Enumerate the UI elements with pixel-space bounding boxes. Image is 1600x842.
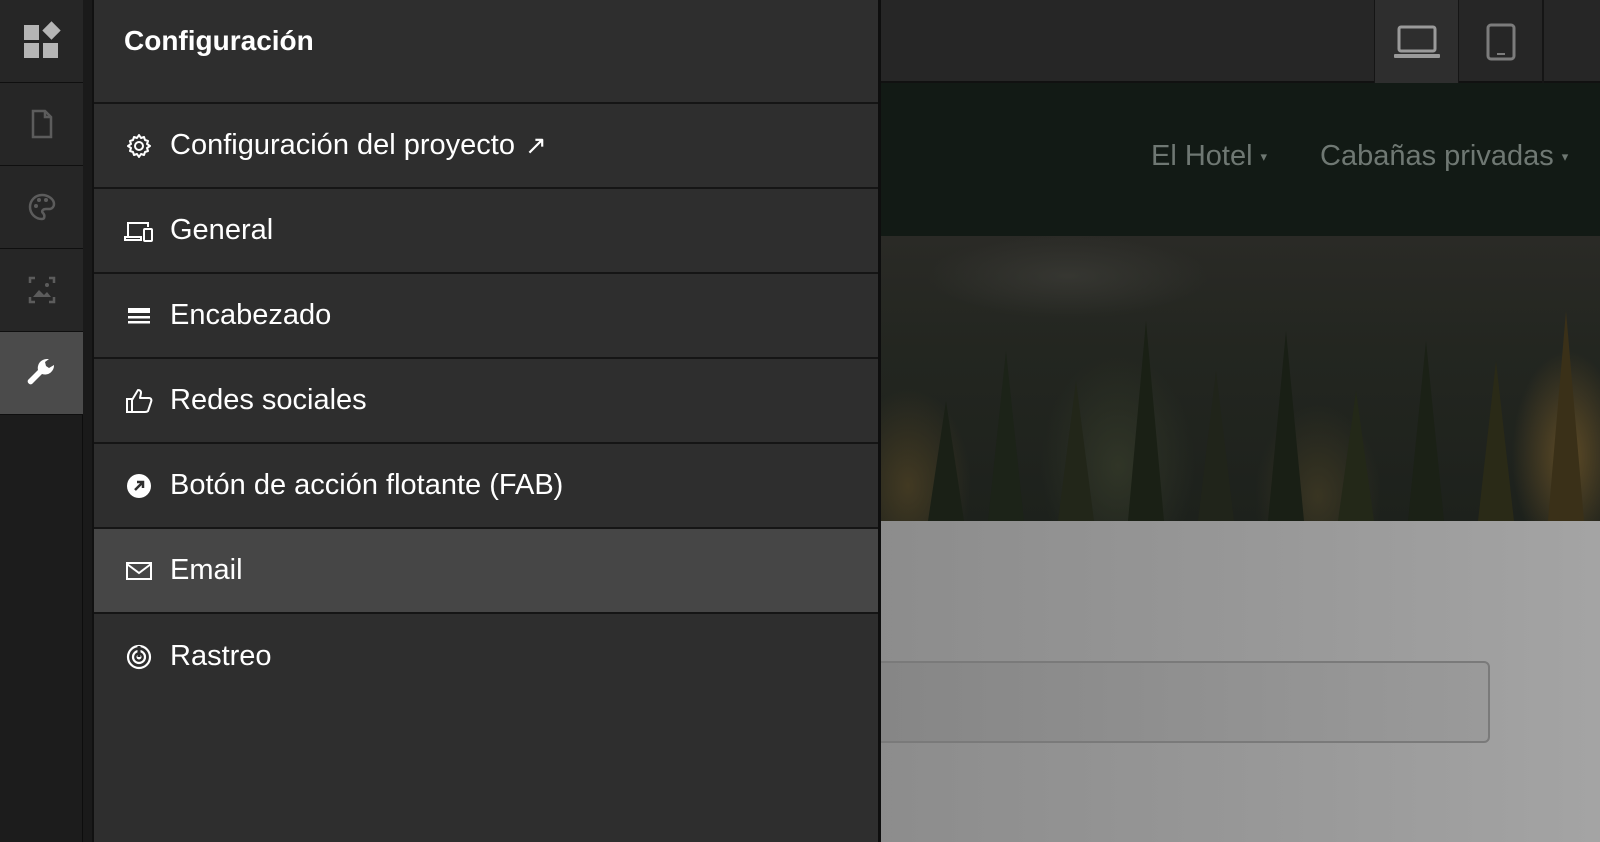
header-icon [124,301,154,331]
mail-icon [124,556,154,586]
laptop-icon [1393,25,1440,58]
menu-item-label: Rastreo [170,640,272,672]
nav-link-cabanas-privadas[interactable]: Cabañas privadas ▾ [1320,140,1568,173]
menu-item-label: Configuración del proyecto [170,129,515,161]
palette-icon [28,193,55,221]
menu-item-label: Redes sociales [170,384,367,416]
menu-item-project-settings[interactable]: Configuración del proyecto ↗ [94,104,878,189]
blocks-icon [23,21,61,58]
site-preview: El Hotel ▾ Cabañas privadas ▾ [868,0,1600,842]
nav-link-label: El Hotel [1151,140,1253,172]
menu-item-email[interactable]: Email [94,529,878,614]
menu-item-label: General [170,214,274,246]
caret-down-icon: ▾ [1561,149,1569,164]
menu-item-label: Encabezado [170,299,332,331]
rail-blocks-button[interactable] [0,0,83,83]
menu-item-tracking[interactable]: Rastreo [94,614,878,699]
menu-item-label: Email [170,554,243,586]
nav-link-el-hotel[interactable]: El Hotel ▾ [1151,140,1267,173]
tablet-icon [1486,23,1515,60]
editor-app: El Hotel ▾ Cabañas privadas ▾ Configurac… [0,0,1600,842]
settings-panel-header: Configuración [94,0,878,104]
menu-item-fab[interactable]: Botón de acción flotante (FAB) [94,444,878,529]
wrench-icon [27,358,54,385]
menu-item-social[interactable]: Redes sociales [94,359,878,444]
hero-forest-image [868,236,1600,521]
fab-arrow-icon [124,471,154,501]
menu-item-general[interactable]: General [94,189,878,274]
tablet-view-button[interactable] [1458,0,1542,83]
left-icon-rail [0,0,83,842]
radar-icon [124,642,154,672]
nav-link-label: Cabañas privadas [1320,140,1554,172]
rail-pages-button[interactable] [0,83,83,166]
menu-item-label: Botón de acción flotante (FAB) [170,469,564,501]
rail-settings-button[interactable] [0,332,83,415]
caret-down-icon: ▾ [1260,149,1268,164]
preview-toolbar [868,0,1600,83]
menu-item-header[interactable]: Encabezado [94,274,878,359]
site-navbar: El Hotel ▾ Cabañas privadas ▾ [868,83,1600,236]
external-link-icon: ↗ [524,130,547,160]
page-icon [31,109,52,139]
settings-panel: Configuración Configuración del proyecto… [92,0,881,842]
toolbar-divider [1542,0,1544,83]
image-icon [28,276,55,304]
laptop-view-button[interactable] [1374,0,1458,83]
gear-icon [124,131,154,161]
rail-media-button[interactable] [0,249,83,332]
panel-title: Configuración [124,25,314,56]
page-content-area [868,521,1600,842]
content-input-box [868,661,1490,743]
thumbs-up-icon [124,386,154,416]
devices-icon [124,216,154,246]
rail-theme-button[interactable] [0,166,83,249]
